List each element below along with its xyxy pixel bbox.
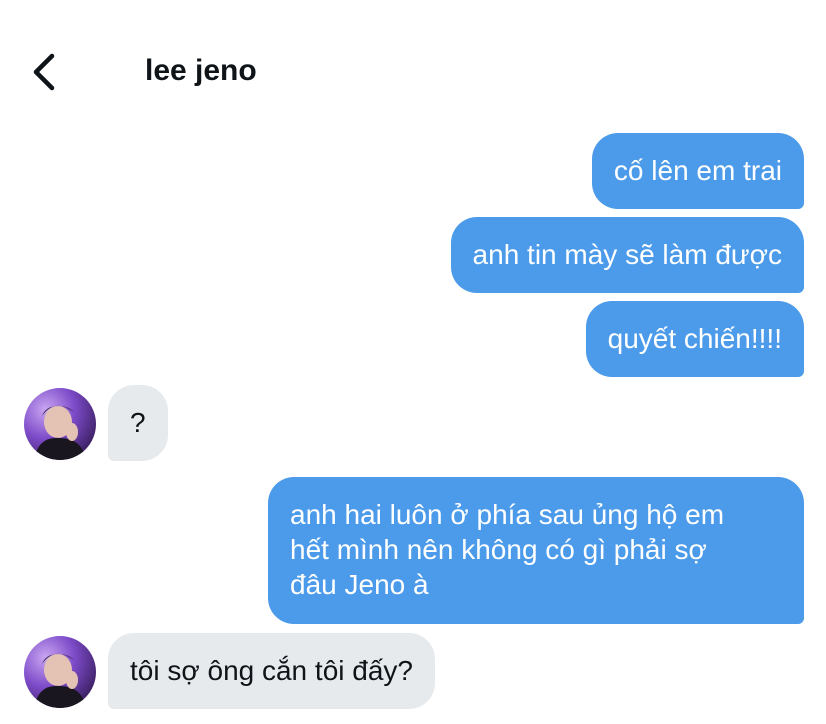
message-text: ? [130, 407, 146, 438]
received-message-bubble[interactable]: tôi sợ ông cắn tôi đấy? [108, 633, 435, 709]
sent-message-bubble[interactable]: anh hai luôn ở phía sau ủng hộ em hết mì… [268, 477, 804, 624]
message-text-line: đâu Jeno à [290, 569, 429, 600]
avatar[interactable] [24, 388, 96, 460]
message-text-line: anh hai luôn ở phía sau ủng hộ em [290, 499, 725, 530]
chevron-left-icon [22, 48, 66, 92]
sent-message-bubble[interactable]: anh tin mày sẽ làm được [450, 217, 804, 293]
message-text: tôi sợ ông cắn tôi đấy? [130, 655, 413, 686]
message-text-line: hết mình nên không có gì phải sợ [290, 534, 707, 565]
received-message-bubble[interactable]: ? [108, 385, 168, 461]
back-button[interactable] [22, 48, 66, 92]
conversation-header: lee jeno [0, 0, 826, 120]
contact-name: lee jeno [145, 54, 257, 87]
sent-message-bubble[interactable]: cố lên em trai [591, 133, 804, 209]
message-text: quyết chiến!!!! [607, 323, 782, 354]
message-text: cố lên em trai [613, 155, 782, 186]
message-text: anh tin mày sẽ làm được [472, 239, 782, 270]
avatar[interactable] [24, 636, 96, 708]
sent-message-bubble[interactable]: quyết chiến!!!! [585, 301, 804, 377]
